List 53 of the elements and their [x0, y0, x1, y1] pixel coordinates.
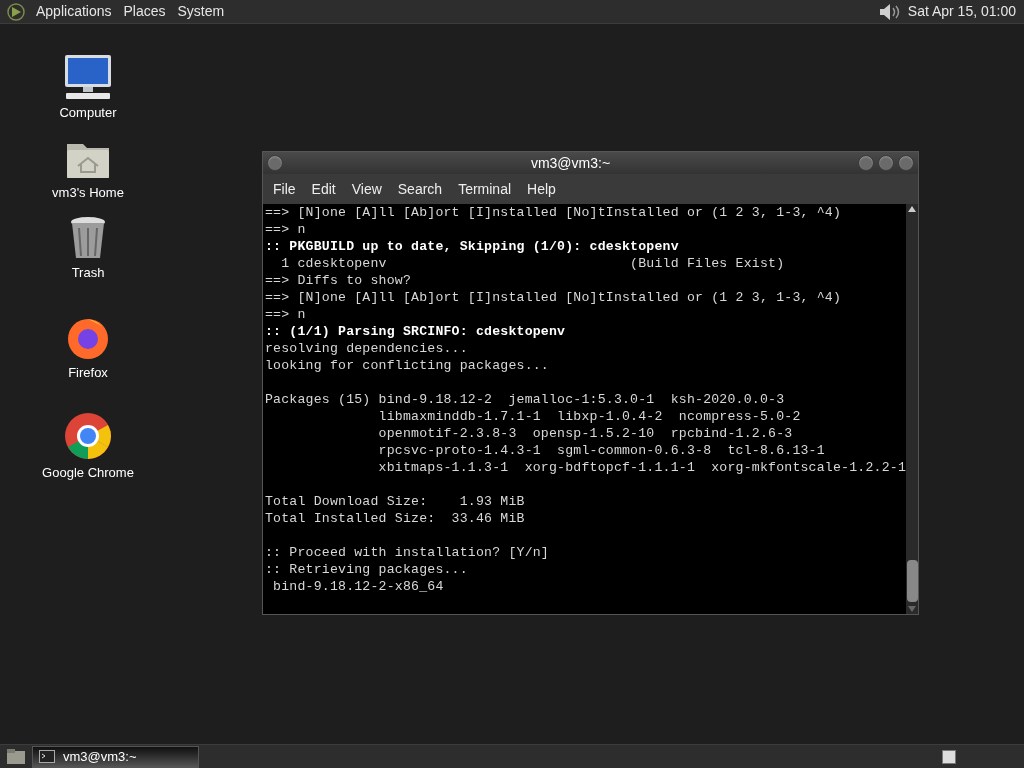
terminal-line: rpcsvc-proto-1.4.3-1 sgml-common-0.6.3-8 tcl-8.6.13-1 [377, 442, 826, 459]
panel-menu[interactable]: System [173, 1, 229, 22]
desktop-icon-label[interactable]: vm3's Home [52, 182, 124, 202]
menu-item[interactable]: Search [391, 178, 449, 200]
window-control-button[interactable] [267, 155, 283, 171]
terminal-line: ==> [N]one [A]ll [Ab]ort [I]nstalled [No]tInstalled or (1 2 3, 1-3, ^4) [265, 204, 843, 221]
menu-item[interactable]: Edit [305, 178, 342, 200]
desktop-icon-label[interactable]: Computer [59, 102, 117, 122]
menu-item[interactable]: Help [521, 178, 562, 200]
menu-item[interactable]: Terminal [452, 178, 518, 200]
terminal-line: resolving dependencies... [265, 340, 469, 357]
show-desktop-icon[interactable] [6, 747, 26, 766]
terminal-line: ==> n [265, 221, 307, 238]
computer-icon [63, 53, 113, 100]
scrollbar[interactable] [906, 204, 918, 614]
desktop-icon-label[interactable]: Firefox [68, 362, 108, 382]
terminal-line: openmotif-2.3.8-3 opensp-1.5.2-10 rpcbind-1.2.6-3 [377, 425, 794, 442]
terminal-line: Total Download Size: 1.93 MiB [265, 493, 526, 510]
terminal-line: 1 cdesktopenv (Build Files Exist) [280, 255, 786, 272]
terminal-line: libmaxminddb-1.7.1-1 libxp-1.0.4-2 ncompress-5.0-2 [377, 408, 802, 425]
window-title: vm3@vm3:~ [529, 153, 612, 173]
menu-logo-icon[interactable] [6, 1, 26, 22]
terminal-line: xbitmaps-1.1.3-1 xorg-bdftopcf-1.1.1-1 xorg-mkfontscale-1.2.2-1 [377, 459, 906, 476]
workspace-switcher[interactable] [942, 749, 956, 764]
menu-item[interactable]: View [345, 178, 388, 200]
terminal-line: bind-9.18.12-2-x86_64 [272, 578, 445, 595]
terminal-line: Packages (15) bind-9.18.12-2 jemalloc-1:5.3.0-1 ksh-2020.0.0-3 [265, 391, 786, 408]
trash-icon [69, 215, 107, 260]
terminal-line: ==> Diffs to show? [265, 272, 413, 289]
panel-menu[interactable]: Applications [32, 1, 116, 22]
terminal-line: Total Installed Size: 33.46 MiB [265, 510, 526, 527]
terminal-line: :: Retrieving packages... [265, 561, 469, 578]
window-control-button[interactable] [878, 155, 894, 171]
terminal-line: :: (1/1) Parsing SRCINFO: cdesktopenv [265, 323, 567, 340]
terminal-line: ==> [N]one [A]ll [Ab]ort [I]nstalled [No]tInstalled or (1 2 3, 1-3, ^4) [265, 289, 843, 306]
clock[interactable]: Sat Apr 15, 01:00 [907, 1, 1016, 22]
terminal-line: ==> n [265, 306, 307, 323]
window-control-button[interactable] [898, 155, 914, 171]
scrollbar-thumb[interactable] [906, 560, 918, 602]
chrome-icon [64, 411, 112, 460]
terminal-icon [39, 750, 55, 763]
speaker-icon[interactable] [877, 1, 900, 22]
window-control-button[interactable] [858, 155, 874, 171]
scroll-up-icon[interactable] [908, 206, 916, 212]
terminal-line: looking for conflicting packages... [265, 357, 550, 374]
terminal-line: :: Proceed with installation? [Y/n] [265, 544, 550, 561]
desktop-icon-label[interactable]: Google Chrome [42, 462, 134, 482]
panel-menu[interactable]: Places [119, 1, 170, 22]
taskbar-button[interactable]: vm3@vm3:~ [32, 745, 199, 768]
menu-item[interactable]: File [267, 178, 302, 200]
terminal-line: :: PKGBUILD up to date, Skipping (1/0): cdesktopenv [265, 238, 680, 255]
desktop-icon-label[interactable]: Trash [71, 262, 105, 282]
scroll-down-icon[interactable] [908, 606, 916, 612]
